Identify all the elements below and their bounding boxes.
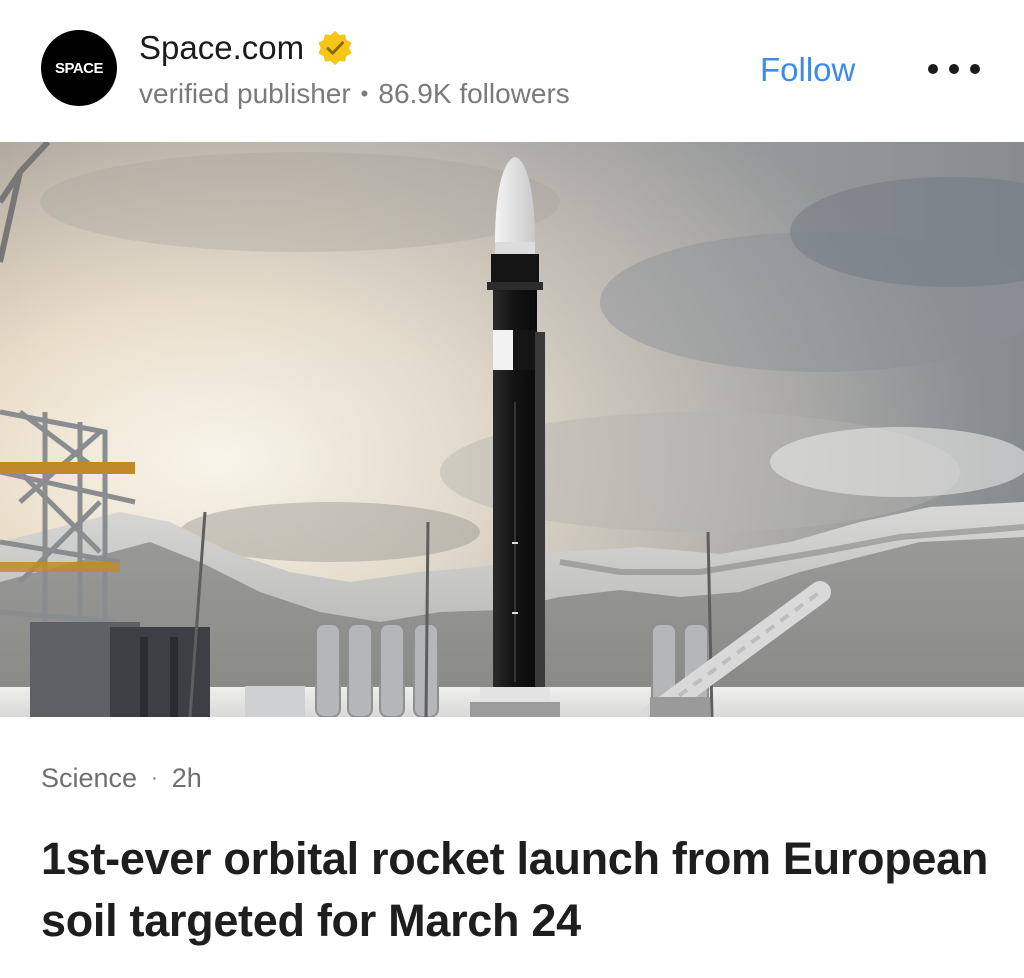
article-category[interactable]: Science (41, 760, 137, 796)
publisher-status: verified publisher (139, 78, 351, 109)
publisher-logo-text: SPACE (54, 59, 104, 77)
publisher-followers: 86.9K followers (378, 78, 570, 109)
publisher-meta: verified publisher • 86.9K followers (139, 76, 570, 112)
meta-separator: · (151, 767, 158, 789)
verified-badge-icon (318, 30, 352, 66)
publisher-name-row: Space.com (139, 28, 354, 68)
article-hero-image[interactable] (0, 142, 1024, 717)
rocket-launch-photo (0, 142, 1024, 717)
more-options-icon[interactable] (928, 56, 980, 82)
publisher-name[interactable]: Space.com (139, 28, 304, 68)
follow-button[interactable]: Follow (760, 50, 855, 90)
article-card[interactable]: SPACE Space.com verified publisher • 86.… (0, 0, 1024, 978)
article-age: 2h (171, 763, 202, 793)
article-title[interactable]: 1st-ever orbital rocket launch from Euro… (41, 828, 1001, 952)
publisher-header: SPACE Space.com verified publisher • 86.… (0, 0, 1024, 140)
publisher-logo[interactable]: SPACE (41, 30, 117, 106)
meta-separator: • (360, 81, 369, 106)
article-meta: Science · 2h (41, 760, 202, 796)
